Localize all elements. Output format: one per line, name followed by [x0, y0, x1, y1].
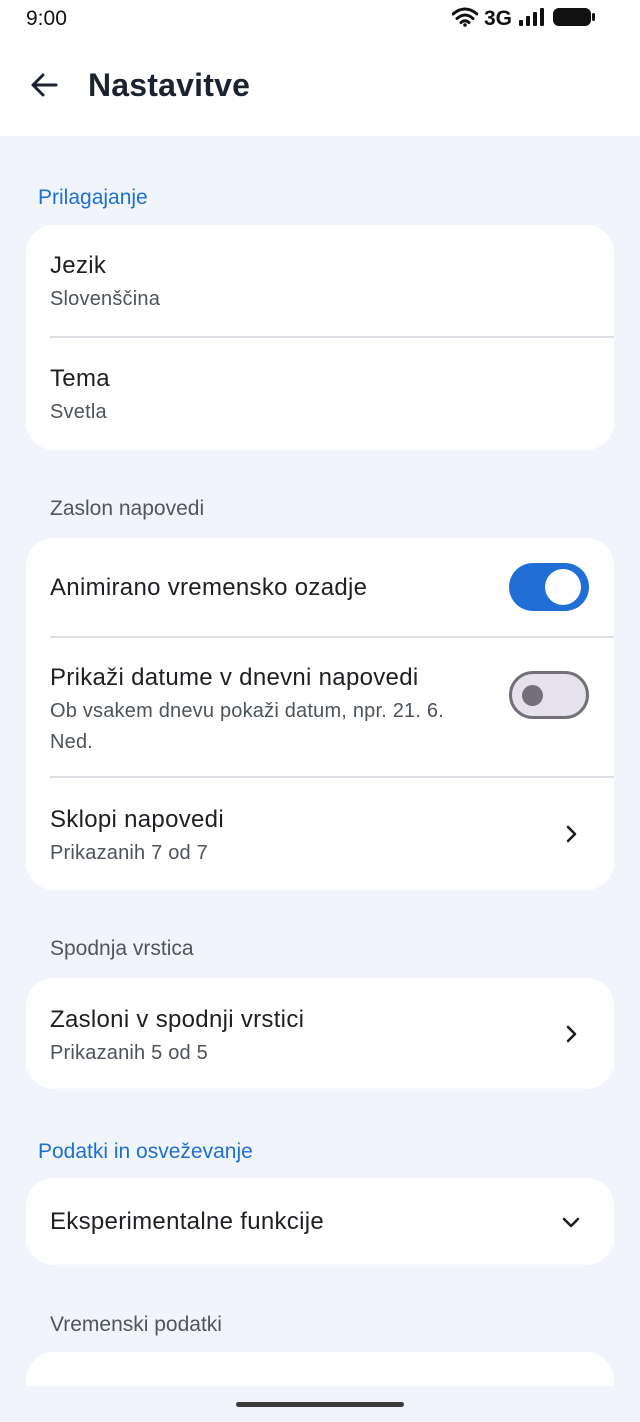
setting-title: Tema: [50, 365, 110, 392]
home-gesture-handle[interactable]: [236, 1402, 404, 1407]
back-button[interactable]: [20, 63, 68, 111]
setting-title: Zasloni v spodnji vrstici: [50, 1006, 305, 1033]
status-time: 9:00: [26, 7, 67, 30]
setting-title: Jezik: [50, 252, 107, 279]
page-title: Nastavitve: [88, 67, 251, 103]
toggle-knob: [522, 685, 543, 706]
section-header-vremenski-podatki: Vremenski podatki: [50, 1313, 222, 1336]
animated-background-toggle[interactable]: [509, 563, 589, 611]
setting-experimental-features[interactable]: Eksperimentalne funkcije: [26, 1178, 614, 1265]
setting-title: Animirano vremensko ozadje: [50, 574, 368, 601]
setting-bottom-bar-screens[interactable]: Zasloni v spodnji vrstici Prikazanih 5 o…: [26, 978, 614, 1089]
setting-title: Sklopi napovedi: [50, 806, 224, 833]
card-podatki: Eksperimentalne funkcije: [26, 1178, 614, 1265]
card-prilagajanje: Jezik Slovenščina Tema Svetla: [26, 225, 614, 450]
setting-subtitle: Svetla: [50, 401, 107, 423]
section-header-prilagajanje: Prilagajanje: [38, 186, 148, 209]
setting-show-dates[interactable]: Prikaži datume v dnevni napovedi Ob vsak…: [26, 638, 614, 776]
toggle-knob: [545, 569, 581, 605]
setting-title: Prikaži datume v dnevni napovedi: [50, 664, 419, 691]
wifi-icon: [451, 7, 479, 32]
setting-theme[interactable]: Tema Svetla: [26, 338, 614, 450]
setting-subtitle: Slovenščina: [50, 288, 161, 310]
show-dates-toggle[interactable]: [509, 671, 589, 719]
setting-forecast-sections[interactable]: Sklopi napovedi Prikazanih 7 od 7: [26, 778, 614, 890]
chevron-right-icon: [559, 1022, 583, 1046]
section-header-spodnja-vrstica: Spodnja vrstica: [50, 937, 194, 960]
setting-subtitle: Prikazanih 7 od 7: [50, 842, 208, 864]
status-bar: 9:00 3G: [0, 0, 640, 38]
setting-subtitle: Prikazanih 5 od 5: [50, 1042, 208, 1064]
setting-title: Eksperimentalne funkcije: [50, 1208, 325, 1235]
setting-subtitle: Ob vsakem dnevu pokaži datum, npr. 21. 6…: [50, 700, 444, 753]
gesture-nav-bar: [0, 1386, 640, 1422]
card-spodnja-vrstica: Zasloni v spodnji vrstici Prikazanih 5 o…: [26, 978, 614, 1089]
signal-icon: [518, 7, 546, 32]
section-header-zaslon-napovedi: Zaslon napovedi: [50, 497, 205, 520]
chevron-down-icon: [559, 1210, 583, 1234]
app-bar: Nastavitve: [0, 38, 640, 136]
arrow-back-icon: [29, 70, 59, 105]
chevron-right-icon: [559, 822, 583, 846]
setting-language[interactable]: Jezik Slovenščina: [26, 225, 614, 337]
network-type: 3G: [483, 7, 512, 30]
setting-animated-background[interactable]: Animirano vremensko ozadje: [26, 538, 614, 636]
card-zaslon-napovedi: Animirano vremensko ozadje Prikaži datum…: [26, 538, 614, 890]
battery-icon: [552, 6, 596, 33]
status-icons: 3G: [451, 6, 596, 33]
section-header-podatki: Podatki in osveževanje: [38, 1140, 253, 1163]
